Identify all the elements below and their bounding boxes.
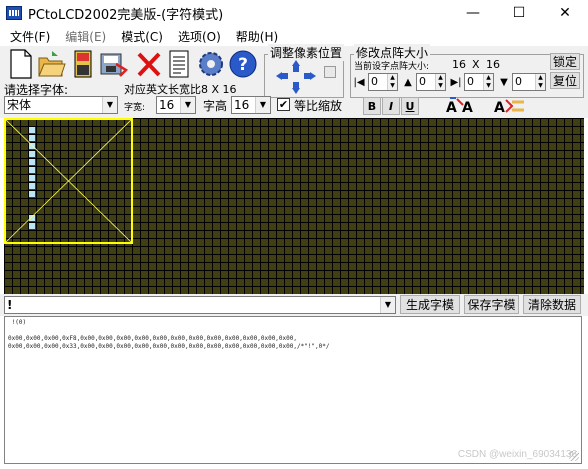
menu-mode[interactable]: 模式(C) <box>111 28 168 45</box>
shrink-left-icon[interactable]: |◀ <box>352 74 366 90</box>
chevron-down-icon: ▼ <box>255 97 270 113</box>
output-textarea[interactable]: !(0) 0x00,0x00,0x00,0xF8,0x00,0x00,0x00,0… <box>4 316 582 464</box>
watermark: CSDN @weixin_69034136 <box>457 449 577 460</box>
clear-data-button[interactable]: 清除数据 <box>523 295 581 314</box>
dot-matrix-canvas[interactable] <box>4 118 584 294</box>
shrink-bottom-icon[interactable]: ▼ <box>497 74 511 90</box>
menu-edit[interactable]: 编辑(E) <box>55 28 111 45</box>
spin-left[interactable]: 0 ▲ ▼ <box>368 73 398 91</box>
current-size-label: 当前设字点阵大小: <box>354 62 430 72</box>
menu-help[interactable]: 帮助(H) <box>226 28 283 45</box>
window-title: PCtoLCD2002完美版-(字符模式) <box>28 7 224 23</box>
title-bar: PCtoLCD2002完美版-(字符模式) — ☐ ✕ <box>0 0 588 26</box>
svg-text:?: ? <box>238 55 248 75</box>
generate-font-button[interactable]: 生成字模 <box>400 295 460 314</box>
delete-icon[interactable] <box>134 48 164 80</box>
new-icon[interactable] <box>6 48 36 80</box>
app-icon <box>6 6 22 20</box>
save-font-button[interactable]: 保存字模 <box>464 295 519 314</box>
lock-button[interactable]: 锁定 <box>550 53 580 70</box>
resize-grip-icon[interactable] <box>569 451 579 461</box>
output-line: !(0) <box>8 319 27 326</box>
italic-button[interactable]: I <box>382 97 400 115</box>
notes-icon[interactable] <box>164 48 194 80</box>
svg-text:A: A <box>462 100 473 116</box>
current-size-width: 16 <box>452 58 466 71</box>
scale-label: 等比缩放 <box>294 99 343 113</box>
spin-bottom[interactable]: 0 ▲ ▼ <box>512 73 546 91</box>
toolbar: ? 调整像素位置 修改点阵大小 当前设字点阵大小: 16 X 16 锁定 复位 … <box>0 44 588 118</box>
maximize-button[interactable]: ☐ <box>496 0 542 26</box>
mirror-horizontal-icon[interactable]: A A <box>444 96 478 116</box>
chevron-down-icon: ▼ <box>380 297 395 313</box>
chevron-down-icon: ▼ <box>180 97 195 113</box>
char-height-label: 字高 <box>203 99 228 113</box>
output-line: 0x00,0x00,0x00,0x33,0x00,0x00,0x00,0x00,… <box>8 343 330 350</box>
pixel-center-icon[interactable] <box>324 66 336 78</box>
spin-top[interactable]: 0 ▲ ▼ <box>416 73 446 91</box>
save-icon[interactable] <box>68 48 98 80</box>
pixel-shift-arrows-icon[interactable] <box>272 58 324 96</box>
reset-button[interactable]: 复位 <box>550 72 580 89</box>
text-input-combo[interactable]: ! ▼ <box>4 296 396 314</box>
menu-options[interactable]: 选项(O) <box>168 28 226 45</box>
menu-file[interactable]: 文件(F) <box>0 28 55 45</box>
char-height-dropdown[interactable]: 16 ▼ <box>231 96 271 114</box>
input-row: ! ▼ 生成字模 保存字模 清除数据 <box>0 294 588 316</box>
minimize-button[interactable]: — <box>450 0 496 26</box>
lit-pixels <box>29 127 35 229</box>
output-line: 0x00,0x00,0x00,0xF8,0x00,0x00,0x00,0x00,… <box>8 335 297 342</box>
spin-right[interactable]: 0 ▲ ▼ <box>464 73 494 91</box>
close-button[interactable]: ✕ <box>542 0 588 26</box>
font-dropdown[interactable]: 宋体 ▼ <box>4 96 118 114</box>
current-size-height: 16 <box>486 58 500 71</box>
menu-bar: 文件(F) 编辑(E) 模式(C) 选项(O) 帮助(H) <box>0 26 588 46</box>
chevron-down-icon: ▼ <box>102 97 117 113</box>
bold-button[interactable]: B <box>363 97 381 115</box>
char-width-dropdown[interactable]: 16 ▼ <box>156 96 196 114</box>
mirror-vertical-icon[interactable]: A <box>492 96 526 116</box>
eng-ratio-label: 对应英文长宽比8 X 16 <box>124 83 237 96</box>
open-icon[interactable] <box>36 48 66 80</box>
svg-text:A: A <box>446 100 457 116</box>
svg-text:A: A <box>494 100 505 116</box>
char-width-label: 字宽: <box>124 103 146 113</box>
underline-button[interactable]: U <box>401 97 419 115</box>
shrink-right-icon[interactable]: ▶| <box>449 74 463 90</box>
help-icon[interactable]: ? <box>228 48 258 80</box>
settings-gear-icon[interactable] <box>196 48 226 80</box>
save-as-icon[interactable] <box>98 48 128 80</box>
shrink-top-icon[interactable]: ▲ <box>401 74 415 90</box>
current-size-x: X <box>472 58 480 71</box>
glyph-preview <box>4 118 133 244</box>
scale-checkbox[interactable]: ✔ <box>277 98 290 111</box>
